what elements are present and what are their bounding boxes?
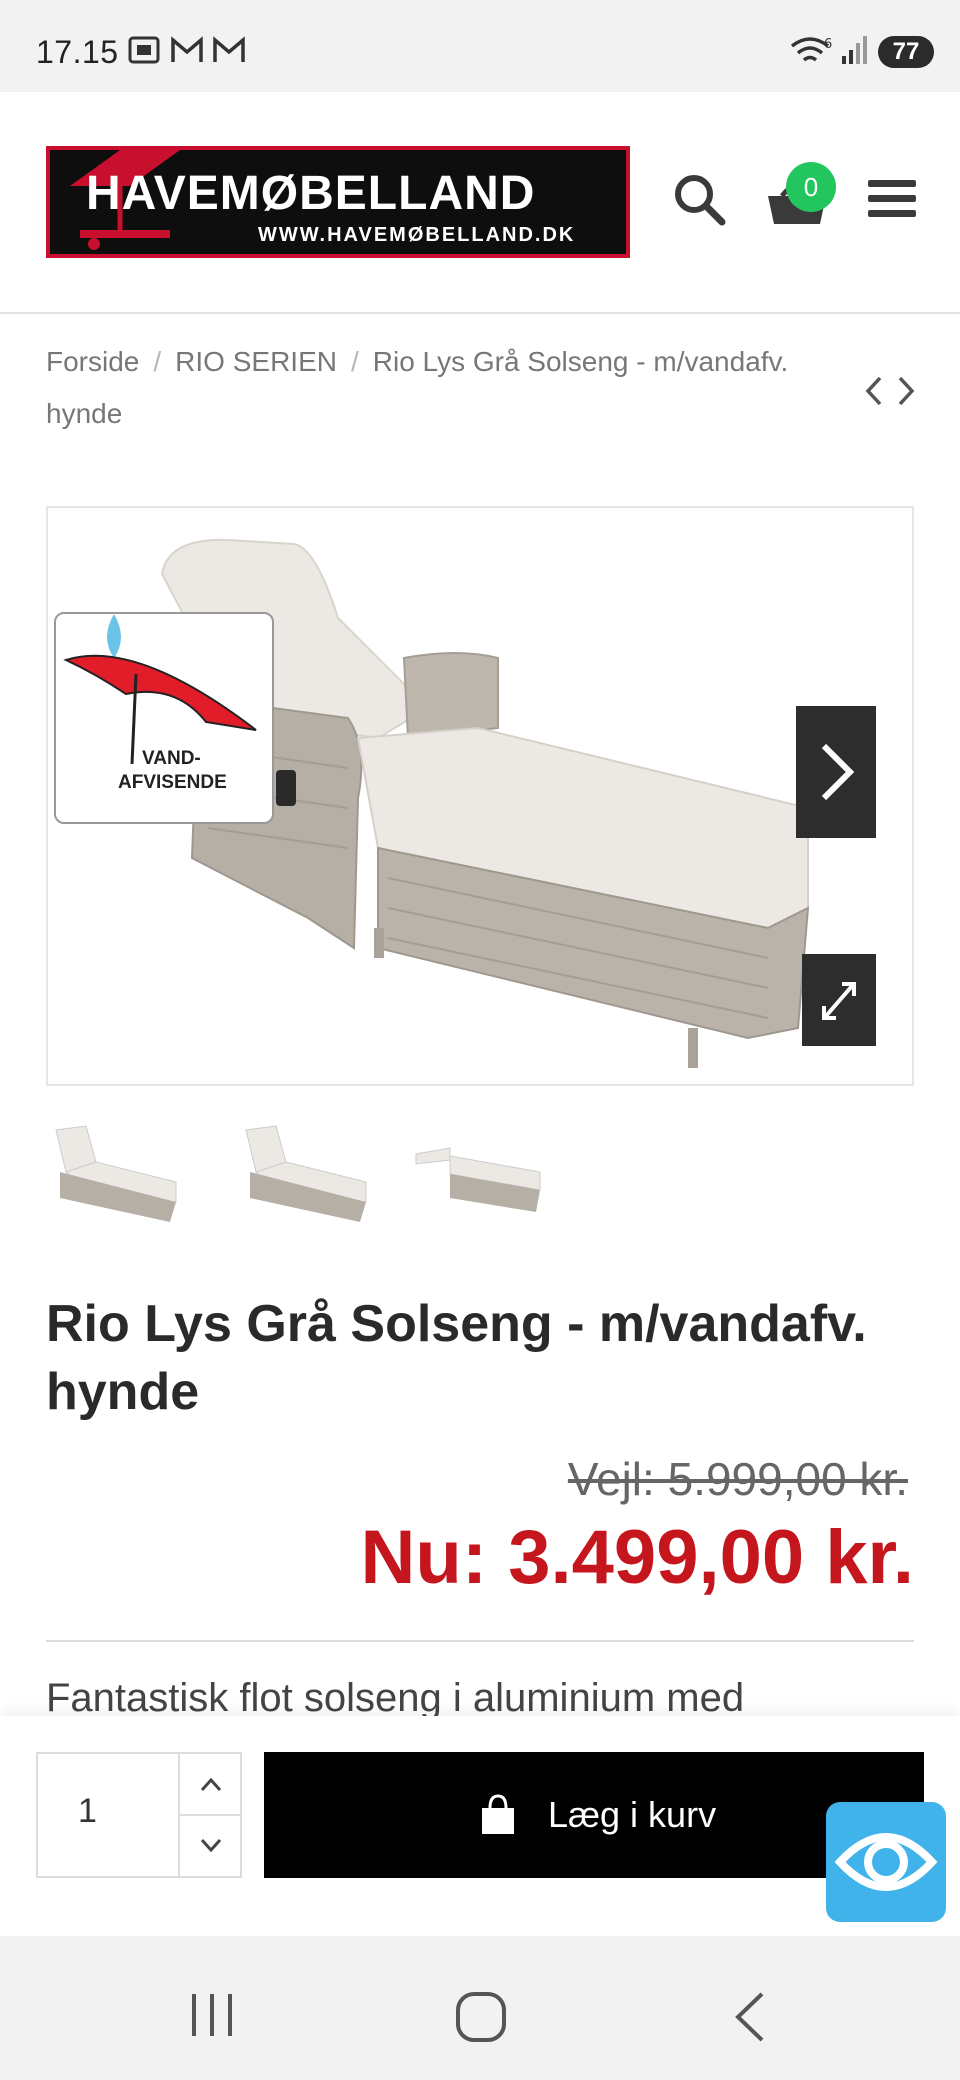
prev-next-icon[interactable]	[862, 374, 918, 408]
status-bar: 17.15 6 77	[0, 0, 960, 92]
breadcrumb-category[interactable]: RIO SERIEN	[175, 346, 337, 377]
chevron-down-icon[interactable]	[180, 1816, 242, 1876]
search-icon[interactable]	[672, 172, 726, 226]
thumbnail-3[interactable]	[410, 1112, 550, 1232]
divider	[46, 1640, 914, 1642]
add-to-cart-button[interactable]: Læg i kurv	[264, 1752, 924, 1878]
accessibility-button[interactable]	[826, 1802, 946, 1922]
product-main-image[interactable]: VAND- AFVISENDE	[46, 506, 914, 1086]
wifi-icon: 6	[790, 37, 832, 62]
sunbed-thumbnail	[55, 1125, 177, 1222]
zoom-button[interactable]	[802, 954, 876, 1046]
home-icon[interactable]	[454, 1990, 508, 2044]
add-to-cart-label: Læg i kurv	[548, 1794, 717, 1835]
gmail-icon	[213, 36, 245, 62]
old-price: Vejl: 5.999,00 kr.	[567, 1453, 908, 1505]
quantity-input[interactable]: 1	[78, 1792, 97, 1831]
cart-count-badge[interactable]: 0	[786, 162, 836, 212]
logo-url: WWW.HAVEMØBELLAND.DK	[258, 224, 576, 246]
water-repellent-badge: VAND- AFVISENDE	[54, 612, 274, 824]
expand-icon	[822, 982, 856, 1020]
current-price: Nu: 3.499,00 kr.	[360, 1515, 914, 1600]
product-title: Rio Lys Grå Solseng - m/vandafv. hynde	[46, 1295, 867, 1421]
sunbed-flat-thumbnail	[415, 1147, 541, 1212]
logo-name: HAVEMØBELLAND	[86, 167, 536, 220]
badge-text-2: AFVISENDE	[118, 772, 227, 793]
next-image-button[interactable]	[796, 706, 876, 838]
sunbed-thumbnail	[245, 1125, 367, 1222]
thumbnail-1[interactable]	[46, 1112, 186, 1232]
signal-icon	[842, 36, 867, 64]
thumbnail-2[interactable]	[236, 1112, 376, 1232]
chevron-up-icon[interactable]	[180, 1754, 242, 1814]
breadcrumb: Forside / RIO SERIEN / Rio Lys Grå Solseng -…	[46, 336, 866, 440]
battery-icon: 77	[878, 36, 934, 68]
site-logo[interactable]: HAVEMØBELLAND WWW.HAVEMØBELLAND.DK	[46, 146, 630, 258]
quantity-stepper[interactable]: 1	[36, 1752, 242, 1878]
back-icon[interactable]	[730, 1990, 770, 2044]
menu-icon[interactable]	[868, 178, 916, 220]
breadcrumb-separator: /	[153, 346, 162, 377]
badge-text-1: VAND-	[142, 748, 201, 769]
gmail-icon	[171, 36, 203, 62]
chevron-right-icon	[821, 743, 855, 801]
breadcrumb-home[interactable]: Forside	[46, 346, 139, 377]
breadcrumb-separator: /	[350, 346, 359, 377]
recent-apps-icon[interactable]	[188, 1990, 238, 2040]
wifi-label: 6	[824, 37, 832, 52]
screenshot-icon	[128, 36, 160, 64]
umbrella-icon	[63, 614, 257, 764]
shopping-bag-icon	[482, 1794, 514, 1834]
status-time: 17.15	[36, 34, 119, 70]
android-nav-bar	[0, 1936, 960, 2080]
eye-icon	[834, 1833, 938, 1891]
